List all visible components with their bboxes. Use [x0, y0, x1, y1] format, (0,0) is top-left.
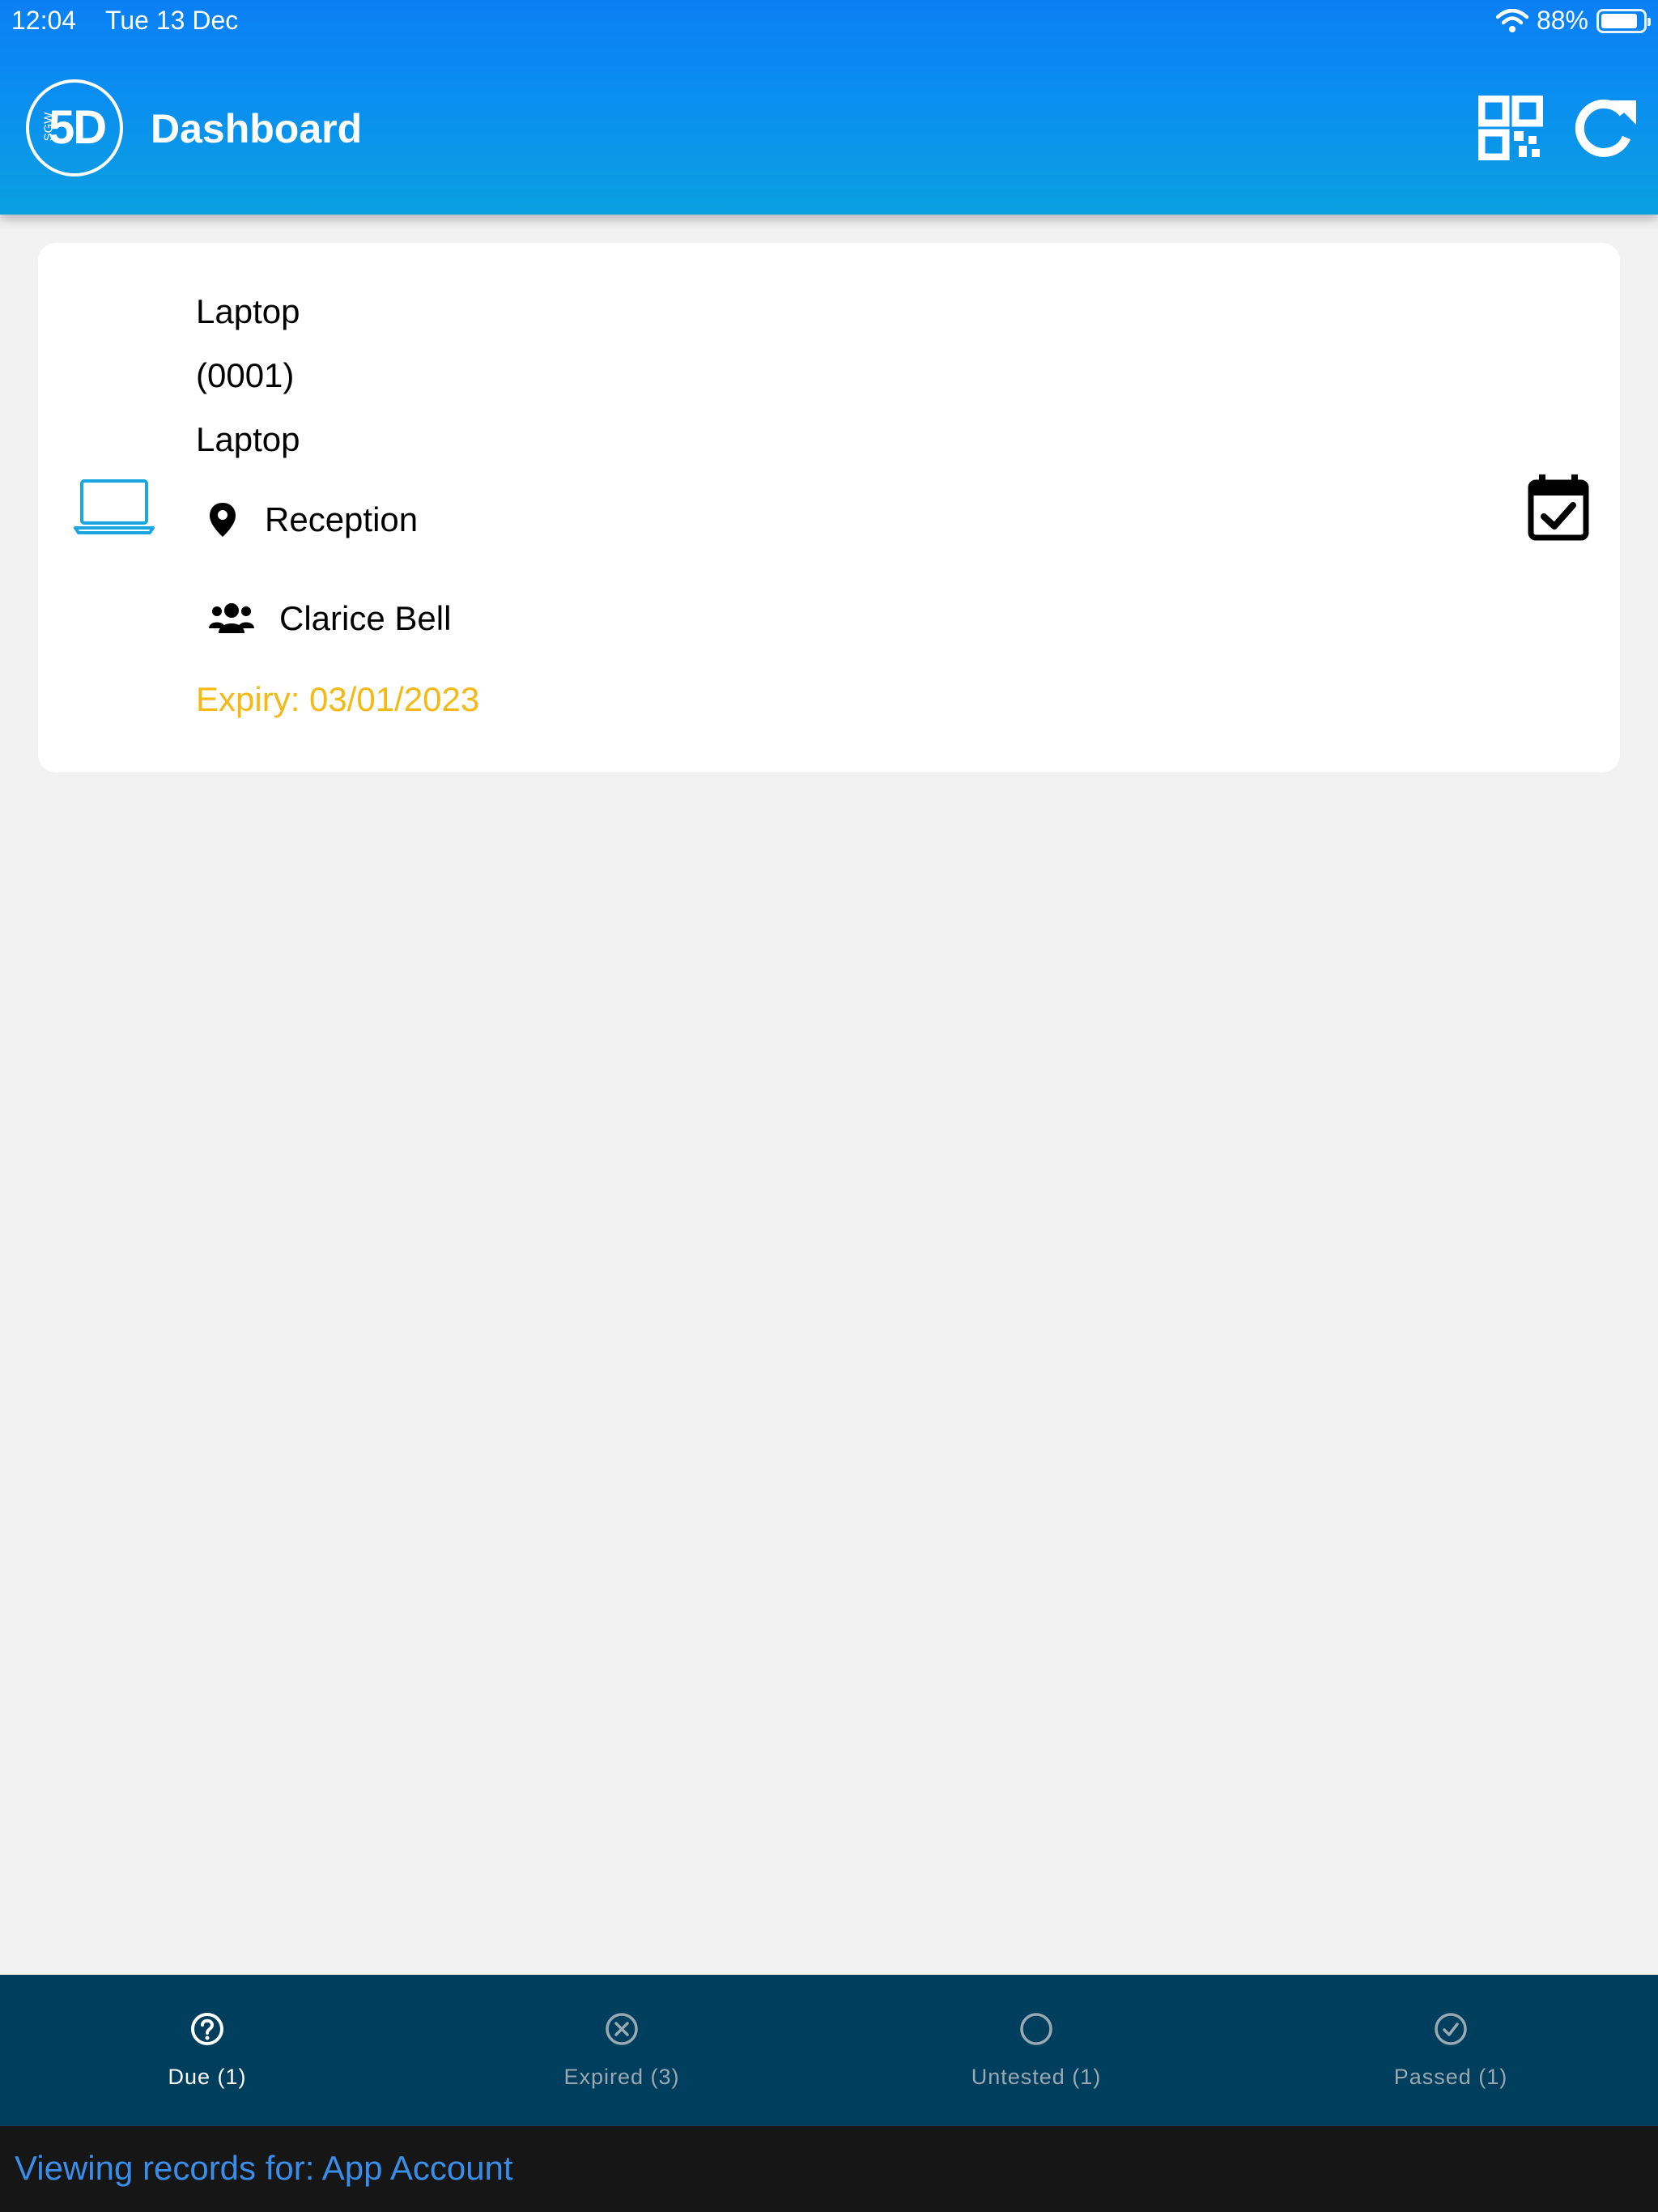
- status-time: 12:04: [11, 6, 77, 35]
- calendar-check-icon: [1528, 474, 1589, 541]
- battery-fill: [1601, 13, 1637, 28]
- tab-label-due: Due (1): [168, 2065, 247, 2089]
- account-footer: Viewing records for: App Account: [0, 2126, 1658, 2212]
- asset-name: Laptop: [196, 292, 300, 330]
- app-logo: SGW 5D: [26, 79, 123, 177]
- status-bar: 12:04 Tue 13 Dec 88%: [0, 0, 1658, 42]
- qr-scan-button[interactable]: [1477, 95, 1544, 161]
- question-circle-icon: [191, 2013, 223, 2045]
- status-date: Tue 13 Dec: [105, 6, 239, 35]
- users-icon: [209, 603, 254, 633]
- asset-code: (0001): [196, 356, 295, 394]
- check-circle-icon: [1435, 2013, 1467, 2045]
- qr-code-icon: [1477, 95, 1544, 161]
- app-header: 12:04 Tue 13 Dec 88% SGW 5D Dashboard: [0, 0, 1658, 215]
- x-circle-icon: [606, 2013, 638, 2045]
- expiry-date: Expiry: 03/01/2023: [196, 680, 480, 718]
- asset-owner-row: Clarice Bell: [208, 599, 451, 638]
- circle-icon: [1020, 2013, 1052, 2045]
- refresh-icon: [1575, 99, 1636, 157]
- logo-text: 5D: [49, 101, 107, 154]
- viewing-records-text[interactable]: Viewing records for: App Account: [15, 2149, 513, 2188]
- tab-label-expired: Expired (3): [563, 2065, 680, 2089]
- battery-percent: 88%: [1536, 6, 1588, 35]
- page-title: Dashboard: [151, 106, 363, 151]
- asset-card[interactable]: Laptop (0001) Laptop Reception Clarice B…: [38, 243, 1620, 772]
- tab-passed[interactable]: Passed (1): [1244, 1975, 1658, 2126]
- tab-due[interactable]: Due (1): [0, 1975, 414, 2126]
- laptop-icon: [74, 479, 155, 534]
- tab-untested[interactable]: Untested (1): [829, 1975, 1244, 2126]
- tab-expired[interactable]: Expired (3): [414, 1975, 829, 2126]
- asset-location: Reception: [265, 500, 419, 538]
- asset-owner: Clarice Bell: [279, 599, 452, 637]
- tab-label-passed: Passed (1): [1393, 2065, 1508, 2089]
- wifi-icon: [1495, 8, 1528, 32]
- status-right: 88%: [1495, 6, 1651, 36]
- battery-icon: [1596, 8, 1651, 33]
- location-pin-icon: [210, 503, 236, 537]
- refresh-button[interactable]: [1573, 96, 1638, 160]
- asset-location-row: Reception: [208, 500, 418, 539]
- asset-type: Laptop: [196, 420, 300, 458]
- schedule-test-button[interactable]: [1528, 474, 1589, 541]
- bottom-tab-bar: Due (1) Expired (3) Untested (1) Passed …: [0, 1975, 1658, 2126]
- tab-label-untested: Untested (1): [971, 2065, 1102, 2089]
- battery-nub: [1647, 17, 1651, 26]
